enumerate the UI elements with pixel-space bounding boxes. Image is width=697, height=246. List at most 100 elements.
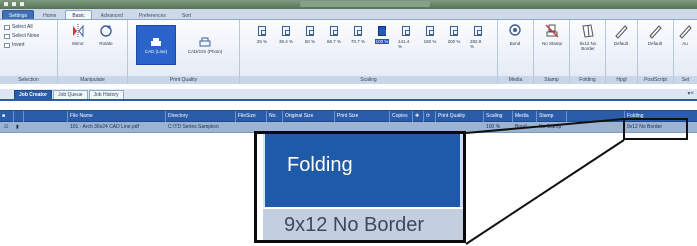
stamp-icon bbox=[544, 23, 560, 39]
cell-directory: C:\TD Series Samples\ bbox=[168, 124, 219, 130]
manipulate-group-label: Manipulate bbox=[58, 76, 127, 84]
cad-gis-photo-button[interactable]: CAD/GIS (Photo) bbox=[182, 25, 228, 65]
scale-50-button[interactable]: 50 % bbox=[302, 26, 318, 44]
postscript-group-label: PostScript bbox=[638, 76, 673, 84]
scale-150-button[interactable]: 150 % bbox=[422, 26, 438, 44]
row-checkbox[interactable]: ☑ bbox=[2, 122, 12, 132]
col-file-size[interactable]: FileSize bbox=[236, 111, 267, 122]
open-icon[interactable] bbox=[11, 1, 17, 7]
hpgl-default-button[interactable]: Default bbox=[613, 23, 629, 46]
col-file-name[interactable]: File Name bbox=[68, 111, 166, 122]
scale-141-4-button[interactable]: 141.4 % bbox=[398, 26, 414, 49]
tab-basic[interactable]: Basic bbox=[65, 10, 92, 19]
cell-media: Bond bbox=[515, 124, 527, 130]
col-rotate-icon[interactable]: ⟳ bbox=[424, 111, 436, 122]
quick-access-toolbar bbox=[3, 1, 25, 7]
invert-icon bbox=[4, 42, 10, 48]
scale-page-icon bbox=[450, 26, 458, 36]
print-icon[interactable] bbox=[19, 1, 25, 7]
manipulate-group: Mirror Rotate Manipulate bbox=[58, 20, 128, 84]
tab-job-history[interactable]: Job History bbox=[88, 90, 124, 99]
no-stamp-button[interactable]: No Stamp bbox=[542, 23, 562, 46]
zoom-folding-value: 9x12 No Border bbox=[284, 214, 425, 236]
window-title bbox=[300, 1, 430, 7]
folding-group-label: Folding bbox=[570, 76, 605, 84]
col-copies[interactable]: Copies bbox=[390, 111, 413, 122]
scale-70-7-button[interactable]: 70.7 % bbox=[350, 26, 366, 44]
tab-job-queue[interactable]: Job Queue bbox=[53, 90, 88, 99]
print-quality-group-label: Print Quality bbox=[128, 76, 239, 84]
paper-roll-icon bbox=[507, 23, 523, 39]
mirror-button[interactable]: Mirror bbox=[70, 23, 86, 46]
folding-9x12-button[interactable]: 9x12 No Border bbox=[574, 23, 602, 51]
pen-icon bbox=[647, 23, 663, 39]
scale-66-7-button[interactable]: 66.7 % bbox=[326, 26, 342, 44]
folding-icon bbox=[580, 23, 596, 39]
scale-page-icon bbox=[258, 26, 266, 36]
scale-100-button[interactable]: 100 % bbox=[374, 26, 390, 44]
pen-icon bbox=[677, 23, 693, 39]
col-plus-icon[interactable]: ✚ bbox=[413, 111, 424, 122]
pin-icon[interactable]: ▾× bbox=[687, 90, 694, 97]
col-scaling[interactable]: Scaling bbox=[484, 111, 513, 122]
mirror-icon bbox=[70, 23, 86, 39]
media-group: Bond Media bbox=[498, 20, 534, 84]
scale-25-button[interactable]: 25 % bbox=[254, 26, 270, 44]
tab-advanced[interactable]: Advanced bbox=[94, 10, 130, 19]
print-quality-group: CAD (Line) CAD/GIS (Photo) Print Quality bbox=[128, 20, 240, 84]
tab-settings[interactable]: Settings bbox=[2, 10, 35, 19]
selection-group-label: Selection bbox=[0, 76, 57, 84]
scale-page-icon bbox=[474, 26, 482, 36]
set-group: Au Set bbox=[674, 20, 697, 84]
zoom-callout: Folding 9x12 No Border bbox=[254, 131, 466, 243]
callout-highlight-box bbox=[623, 118, 688, 140]
rotate-button[interactable]: Rotate bbox=[98, 23, 114, 46]
save-icon[interactable] bbox=[3, 1, 9, 7]
scale-page-icon bbox=[426, 26, 434, 36]
select-none-icon bbox=[4, 33, 10, 39]
scale-page-icon bbox=[402, 26, 410, 36]
stamp-group-label: Stamp bbox=[534, 76, 569, 84]
invert-button[interactable]: Invert bbox=[4, 42, 25, 48]
col-media[interactable]: Media bbox=[513, 111, 537, 122]
scale-page-icon bbox=[378, 26, 386, 36]
scale-35-4-button[interactable]: 35.4 % bbox=[278, 26, 294, 44]
col-print-quality[interactable]: Print Quality bbox=[436, 111, 484, 122]
select-all-button[interactable]: Select All bbox=[4, 24, 33, 30]
select-column-header[interactable]: ■ bbox=[0, 111, 14, 122]
cad-line-button[interactable]: CAD (Line) bbox=[136, 25, 176, 65]
postscript-default-button[interactable]: Default bbox=[647, 23, 663, 46]
tab-home[interactable]: Home bbox=[36, 10, 63, 19]
set-button[interactable]: Au bbox=[677, 23, 693, 46]
col-stamp[interactable]: Stamp bbox=[537, 111, 567, 122]
select-none-button[interactable]: Select None bbox=[4, 33, 39, 39]
scale-page-icon bbox=[282, 26, 290, 36]
col-original-size[interactable]: Original Size bbox=[283, 111, 335, 122]
zoom-header-edge bbox=[460, 134, 463, 207]
col-print-size[interactable]: Print Size bbox=[335, 111, 390, 122]
col-blank bbox=[567, 111, 625, 122]
scale-200-button[interactable]: 200 % bbox=[446, 26, 462, 44]
zoom-folding-cell: 9x12 No Border bbox=[263, 209, 463, 240]
tab-job-creator[interactable]: Job Creator bbox=[14, 90, 53, 99]
scale-page-icon bbox=[306, 26, 314, 36]
blank-column-header bbox=[24, 111, 68, 122]
stamp-group: No Stamp Stamp bbox=[534, 20, 570, 84]
icon-column-header bbox=[14, 111, 24, 122]
job-tabs: Job Creator Job Queue Job History ▾× bbox=[0, 89, 697, 101]
cell-stamp: No Stamp bbox=[539, 124, 562, 130]
folding-group: 9x12 No Border Folding bbox=[570, 20, 606, 84]
rotate-icon bbox=[98, 23, 114, 39]
media-bond-button[interactable]: Bond bbox=[507, 23, 523, 46]
cell-file-name: 101 - Arch 36x24 CAD Line.pdf bbox=[70, 124, 139, 130]
photo-printer-icon bbox=[199, 37, 211, 46]
tab-sort[interactable]: Sort bbox=[175, 10, 198, 19]
tab-preferences[interactable]: Preferences bbox=[132, 10, 173, 19]
pen-icon bbox=[613, 23, 629, 39]
scaling-group: 25 % 35.4 % 50 % 66.7 % 70.7 % 100 % 141… bbox=[240, 20, 498, 84]
scale-page-icon bbox=[330, 26, 338, 36]
col-directory[interactable]: Directory bbox=[166, 111, 236, 122]
scale-282-8-button[interactable]: 282.8 % bbox=[470, 26, 486, 49]
col-number[interactable]: No. bbox=[267, 111, 283, 122]
printer-icon bbox=[151, 37, 161, 46]
